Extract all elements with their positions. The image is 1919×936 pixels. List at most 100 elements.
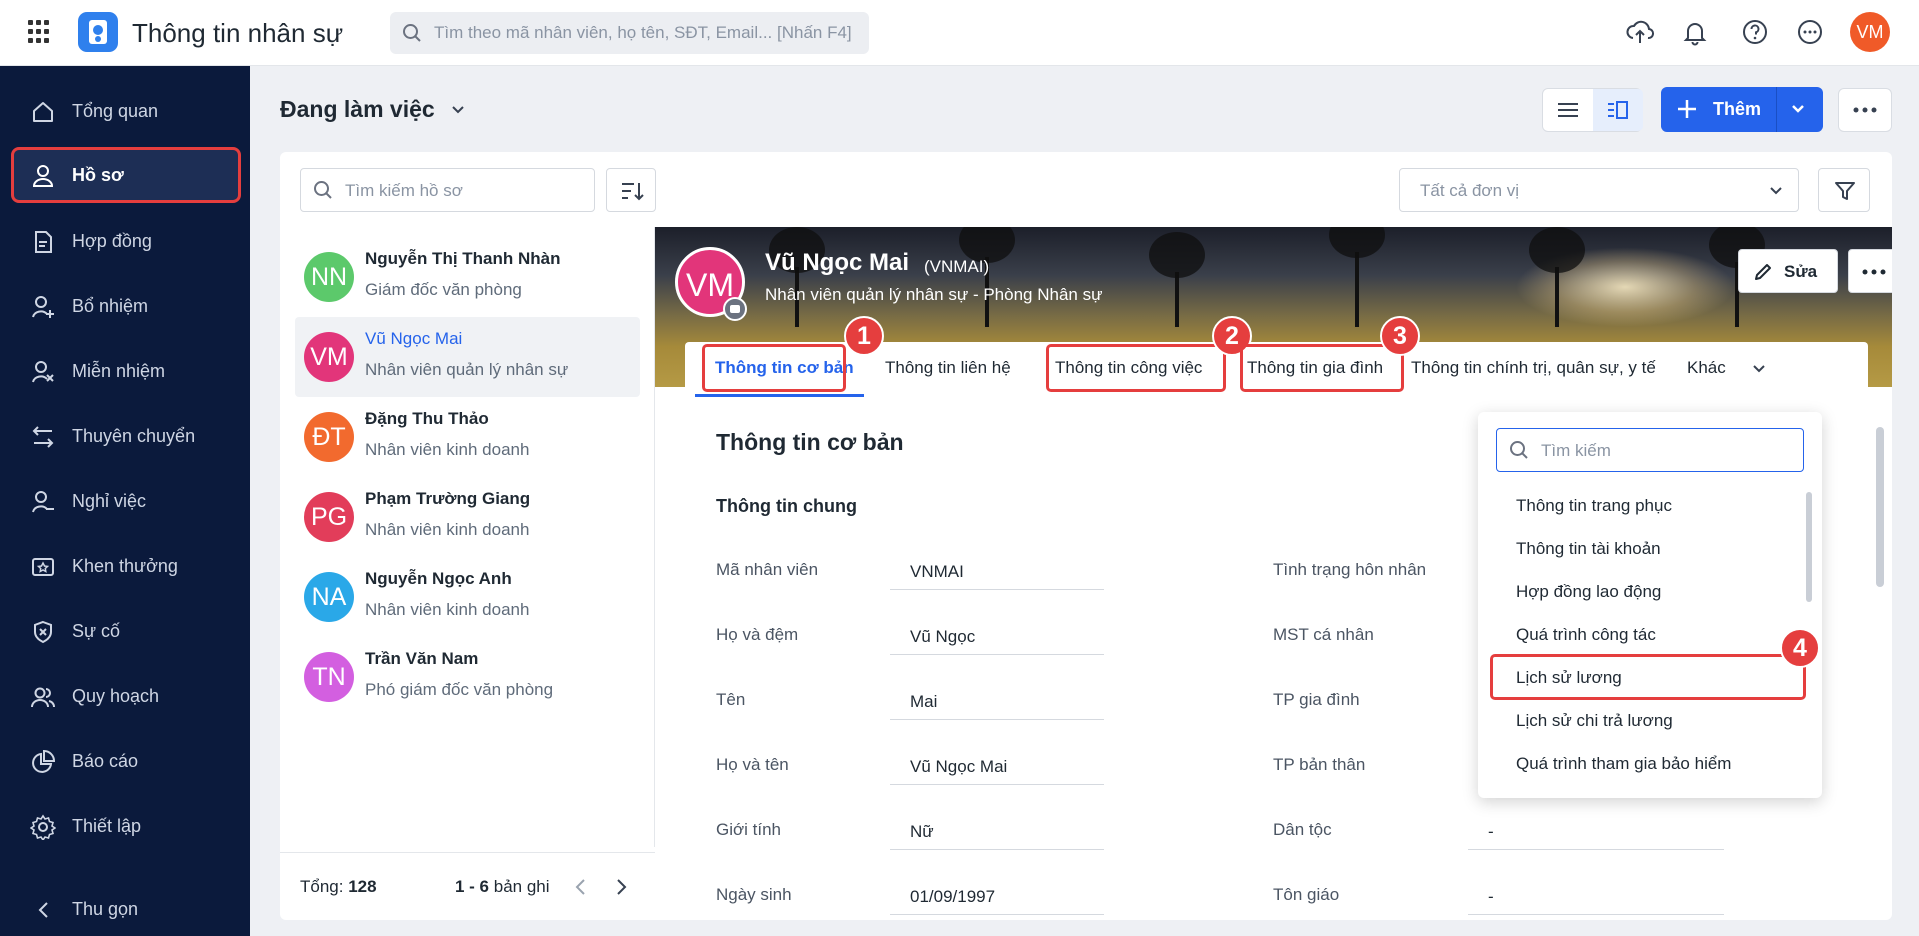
- sidebar-item-bo-nhiem[interactable]: Bổ nhiệm: [14, 281, 238, 331]
- tab-thong-tin-lien-he[interactable]: Thông tin liên hệ: [885, 358, 1011, 378]
- chevron-left-icon[interactable]: [573, 877, 587, 897]
- global-search-input[interactable]: Tìm theo mã nhân viên, họ tên, SĐT, Emai…: [390, 12, 869, 54]
- apps-grid-icon[interactable]: [28, 20, 52, 44]
- sidebar-item-bao-cao[interactable]: Báo cáo: [14, 736, 238, 786]
- highlight-box-1: [702, 344, 846, 392]
- unit-select-placeholder: Tất cả đơn vị: [1420, 181, 1520, 200]
- dropdown-search-placeholder: Tìm kiếm: [1541, 441, 1611, 460]
- sidebar-item-quy-hoach[interactable]: Quy hoạch: [14, 671, 238, 721]
- filter-button[interactable]: [1818, 168, 1870, 212]
- profile-more-button[interactable]: [1848, 249, 1892, 293]
- field-value-ngay-sinh: 01/09/1997: [890, 881, 1104, 915]
- camera-icon[interactable]: [723, 297, 747, 321]
- employee-list-item[interactable]: PG Phạm Trường Giang Nhân viên kinh doan…: [295, 477, 640, 557]
- sort-button[interactable]: [606, 168, 656, 212]
- app-title: Thông tin nhân sự: [132, 18, 344, 48]
- dropdown-item[interactable]: Hợp đồng lao động: [1516, 582, 1661, 602]
- field-label: Mã nhân viên: [716, 560, 819, 579]
- dropdown-item[interactable]: Lịch sử chi trả lương: [1516, 711, 1673, 731]
- unit-select[interactable]: Tất cả đơn vị: [1399, 168, 1799, 212]
- section-subtitle: Thông tin chung: [716, 496, 857, 516]
- dropdown-item[interactable]: Quá trình công tác: [1516, 625, 1656, 645]
- step-badge-1: 1: [844, 316, 884, 356]
- plus-icon: [1678, 100, 1696, 118]
- chevron-down-icon[interactable]: [1789, 100, 1807, 118]
- search-icon: [314, 181, 332, 199]
- transfer-icon: [32, 426, 54, 448]
- sidebar-item-hop-dong[interactable]: Hợp đồng: [14, 216, 238, 266]
- collapse-sidebar-button[interactable]: Thu gọn: [14, 888, 238, 932]
- tab-thong-tin-chinh-tri[interactable]: Thông tin chính trị, quân sự, y tế: [1411, 358, 1656, 378]
- sidebar-item-label: Tổng quan: [72, 101, 159, 121]
- field-value-ho-va-dem: Vũ Ngọc: [890, 621, 1104, 655]
- employee-list-item[interactable]: NA Nguyễn Ngọc Anh Nhân viên kinh doanh: [295, 557, 640, 637]
- sidebar-item-thuyen-chuyen[interactable]: Thuyên chuyển: [14, 411, 238, 461]
- more-options-button[interactable]: [1838, 88, 1892, 132]
- tab-khac[interactable]: Khác: [1687, 358, 1726, 378]
- chevron-left-icon: [38, 902, 48, 918]
- more-circle-icon[interactable]: [1795, 17, 1825, 47]
- profile-name: Vũ Ngọc Mai: [765, 249, 910, 276]
- status-filter-dropdown[interactable]: Đang làm việc: [280, 96, 464, 123]
- field-value-ma-nhan-vien: VNMAI: [890, 556, 1104, 590]
- sidebar-item-ho-so[interactable]: Hồ sơ: [11, 147, 241, 203]
- bell-icon[interactable]: [1680, 17, 1710, 47]
- dropdown-search-input[interactable]: Tìm kiếm: [1496, 428, 1804, 472]
- sidebar-item-khen-thuong[interactable]: Khen thưởng: [14, 541, 238, 591]
- employee-role: Nhân viên kinh doanh: [365, 600, 530, 619]
- view-toggle: [1542, 88, 1643, 132]
- list-icon: [1558, 103, 1578, 117]
- chevron-right-icon[interactable]: [615, 877, 629, 897]
- add-button[interactable]: Thêm: [1661, 87, 1823, 132]
- highlight-box-2: [1046, 344, 1226, 392]
- range-value: 1 - 6: [455, 877, 490, 896]
- cloud-upload-icon[interactable]: [1625, 17, 1655, 47]
- edit-button[interactable]: Sửa: [1738, 249, 1838, 293]
- sidebar-item-label: Báo cáo: [72, 751, 139, 771]
- help-icon[interactable]: [1740, 17, 1770, 47]
- employee-name: Nguyễn Thị Thanh Nhàn: [365, 249, 561, 268]
- record-range: 1 - 6 bản ghi: [455, 877, 550, 897]
- content-scrollbar[interactable]: [1876, 427, 1884, 587]
- employee-list-item[interactable]: ĐT Đặng Thu Thảo Nhân viên kinh doanh: [295, 397, 640, 477]
- sidebar-item-nghi-viec[interactable]: Nghỉ việc: [14, 476, 238, 526]
- sidebar-item-mien-nhiem[interactable]: Miễn nhiệm: [14, 346, 238, 396]
- sidebar-item-label: Miễn nhiệm: [72, 361, 166, 381]
- field-label: MST cá nhân: [1273, 625, 1374, 644]
- add-button-label: Thêm: [1713, 99, 1762, 119]
- dropdown-item[interactable]: Thông tin trang phục: [1516, 496, 1672, 516]
- employee-list-item-selected[interactable]: VM Vũ Ngọc Mai Nhân viên quản lý nhân sự: [295, 317, 640, 397]
- dropdown-scrollbar[interactable]: [1806, 492, 1812, 602]
- top-bar: Thông tin nhân sự Tìm theo mã nhân viên,…: [0, 0, 1919, 66]
- sidebar-item-label: Khen thưởng: [72, 556, 178, 576]
- detail-view-button[interactable]: [1593, 89, 1643, 131]
- sidebar-item-label: Hợp đồng: [72, 231, 152, 251]
- chevron-down-icon[interactable]: [1751, 361, 1767, 377]
- employee-list: NN Nguyễn Thị Thanh Nhàn Giám đốc văn ph…: [280, 227, 655, 847]
- list-view-button[interactable]: [1543, 89, 1593, 131]
- profile-search-input[interactable]: Tìm kiếm hồ sơ: [300, 168, 595, 212]
- sidebar-item-su-co[interactable]: Sự cố: [14, 606, 238, 656]
- range-suffix: bản ghi: [493, 877, 550, 896]
- dropdown-item[interactable]: Thông tin tài khoản: [1516, 539, 1661, 559]
- award-icon: [32, 558, 54, 576]
- user-icon: [32, 165, 54, 187]
- employee-list-item[interactable]: NN Nguyễn Thị Thanh Nhàn Giám đốc văn ph…: [295, 237, 640, 317]
- sidebar-item-thiet-lap[interactable]: Thiết lập: [14, 801, 238, 851]
- employee-name: Vũ Ngọc Mai: [365, 329, 463, 348]
- user-avatar[interactable]: VM: [1850, 12, 1890, 52]
- collapse-label: Thu gọn: [72, 899, 139, 919]
- employee-list-item[interactable]: TN Trần Văn Nam Phó giám đốc văn phòng: [295, 637, 640, 717]
- gear-icon: [30, 814, 56, 840]
- field-label: Dân tộc: [1273, 820, 1332, 839]
- total-label: Tổng:: [300, 877, 344, 896]
- sidebar: Tổng quan Hồ sơ Hợp đồng Bổ nhiệm Miễn n…: [0, 66, 250, 936]
- dropdown-item[interactable]: Quá trình tham gia bảo hiểm: [1516, 754, 1731, 774]
- field-label: Họ và tên: [716, 755, 789, 774]
- sidebar-item-tong-quan[interactable]: Tổng quan: [14, 86, 238, 136]
- employee-name: Đặng Thu Thảo: [365, 409, 489, 428]
- highlight-box-3: [1240, 344, 1404, 392]
- chevron-down-icon: [1770, 187, 1782, 195]
- app-logo-icon: [78, 12, 118, 52]
- field-label: Họ và đệm: [716, 625, 799, 644]
